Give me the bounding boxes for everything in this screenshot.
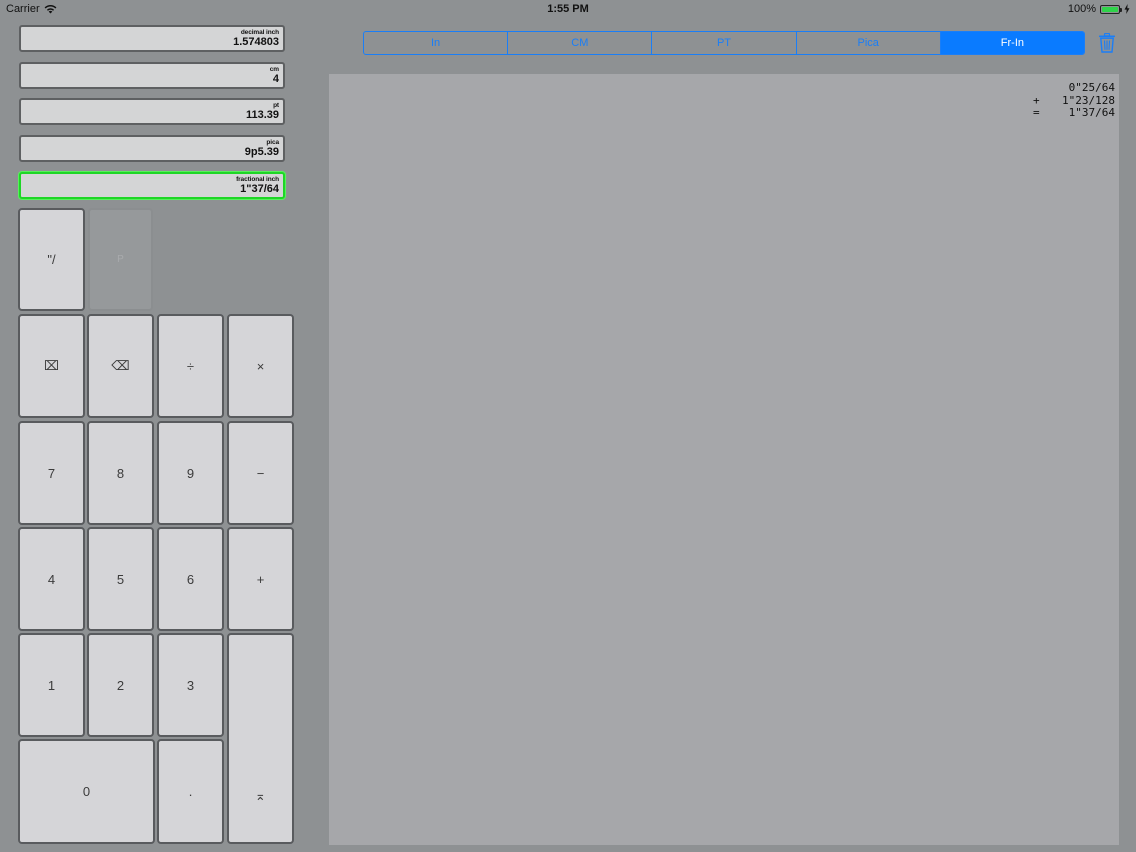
display-pt[interactable]: pt 113.39: [19, 98, 285, 125]
plus-key[interactable]: +: [227, 527, 294, 631]
status-bar: Carrier 1:55 PM 100%: [0, 0, 1136, 18]
backspace-key[interactable]: ⌫: [87, 314, 154, 418]
digit-4-key[interactable]: 4: [18, 527, 85, 631]
tab-cm[interactable]: CM: [508, 32, 653, 54]
tab-in[interactable]: In: [364, 32, 509, 54]
multiply-key[interactable]: ×: [227, 314, 294, 418]
display-label: decimal inch: [240, 29, 279, 36]
display-label: pt: [273, 102, 279, 109]
digit-9-key[interactable]: 9: [157, 421, 224, 525]
tape-lines: 0"25/64 + 1"23/128 = 1"37/64: [1033, 81, 1115, 120]
trash-icon[interactable]: [1098, 33, 1116, 53]
enter-key[interactable]: ⌅: [227, 633, 294, 844]
tape-operator: [1033, 82, 1057, 95]
clear-key[interactable]: ⌧: [18, 314, 85, 418]
digit-5-key[interactable]: 5: [87, 527, 154, 631]
divide-key[interactable]: ÷: [157, 314, 224, 418]
display-label: pica: [266, 139, 279, 146]
display-decimal-inch[interactable]: decimal inch 1.574803: [19, 25, 285, 52]
digit-8-key[interactable]: 8: [87, 421, 154, 525]
display-pica[interactable]: pica 9p5.39: [19, 135, 285, 162]
tape-row: = 1"37/64: [1033, 106, 1115, 120]
display-value: 4: [272, 73, 279, 85]
display-value: 9p5.39: [244, 146, 279, 158]
tab-pt[interactable]: PT: [652, 32, 797, 54]
digit-6-key[interactable]: 6: [157, 527, 224, 631]
tape-row: 0"25/64: [1033, 81, 1115, 95]
tape-value: 0"25/64: [1068, 81, 1115, 94]
digit-0-key[interactable]: 0: [18, 739, 155, 844]
battery-percent: 100%: [1067, 3, 1096, 15]
battery-icon: [1100, 4, 1122, 14]
bolt-icon: [1124, 4, 1130, 14]
battery-group: 100%: [1068, 3, 1130, 15]
calculation-tape: 0"25/64 + 1"23/128 = 1"37/64: [329, 74, 1119, 845]
digit-3-key[interactable]: 3: [157, 633, 224, 737]
status-time: 1:55 PM: [547, 3, 589, 15]
display-value: 1.574803: [233, 36, 279, 48]
unit-segmented-control: In CM PT Pica Fr-In: [363, 31, 1085, 55]
display-value: 1"37/64: [240, 183, 279, 195]
display-fractional-inch[interactable]: fractional inch 1"37/64: [19, 172, 285, 199]
tab-pica[interactable]: Pica: [797, 32, 941, 54]
pica-key[interactable]: P: [88, 208, 153, 311]
minus-key[interactable]: −: [227, 421, 294, 525]
fraction-key[interactable]: "/: [18, 208, 85, 311]
digit-2-key[interactable]: 2: [87, 633, 154, 737]
decimal-point-key[interactable]: .: [157, 739, 224, 844]
tab-fr-in[interactable]: Fr-In: [940, 32, 1084, 54]
display-label: fractional inch: [236, 176, 279, 183]
display-cm[interactable]: cm 4: [19, 62, 285, 89]
digit-1-key[interactable]: 1: [18, 633, 85, 737]
display-value: 113.39: [245, 109, 279, 121]
digit-7-key[interactable]: 7: [18, 421, 85, 525]
tape-value: 1"37/64: [1068, 106, 1115, 119]
display-label: cm: [269, 66, 279, 73]
tape-operator: =: [1033, 106, 1040, 119]
